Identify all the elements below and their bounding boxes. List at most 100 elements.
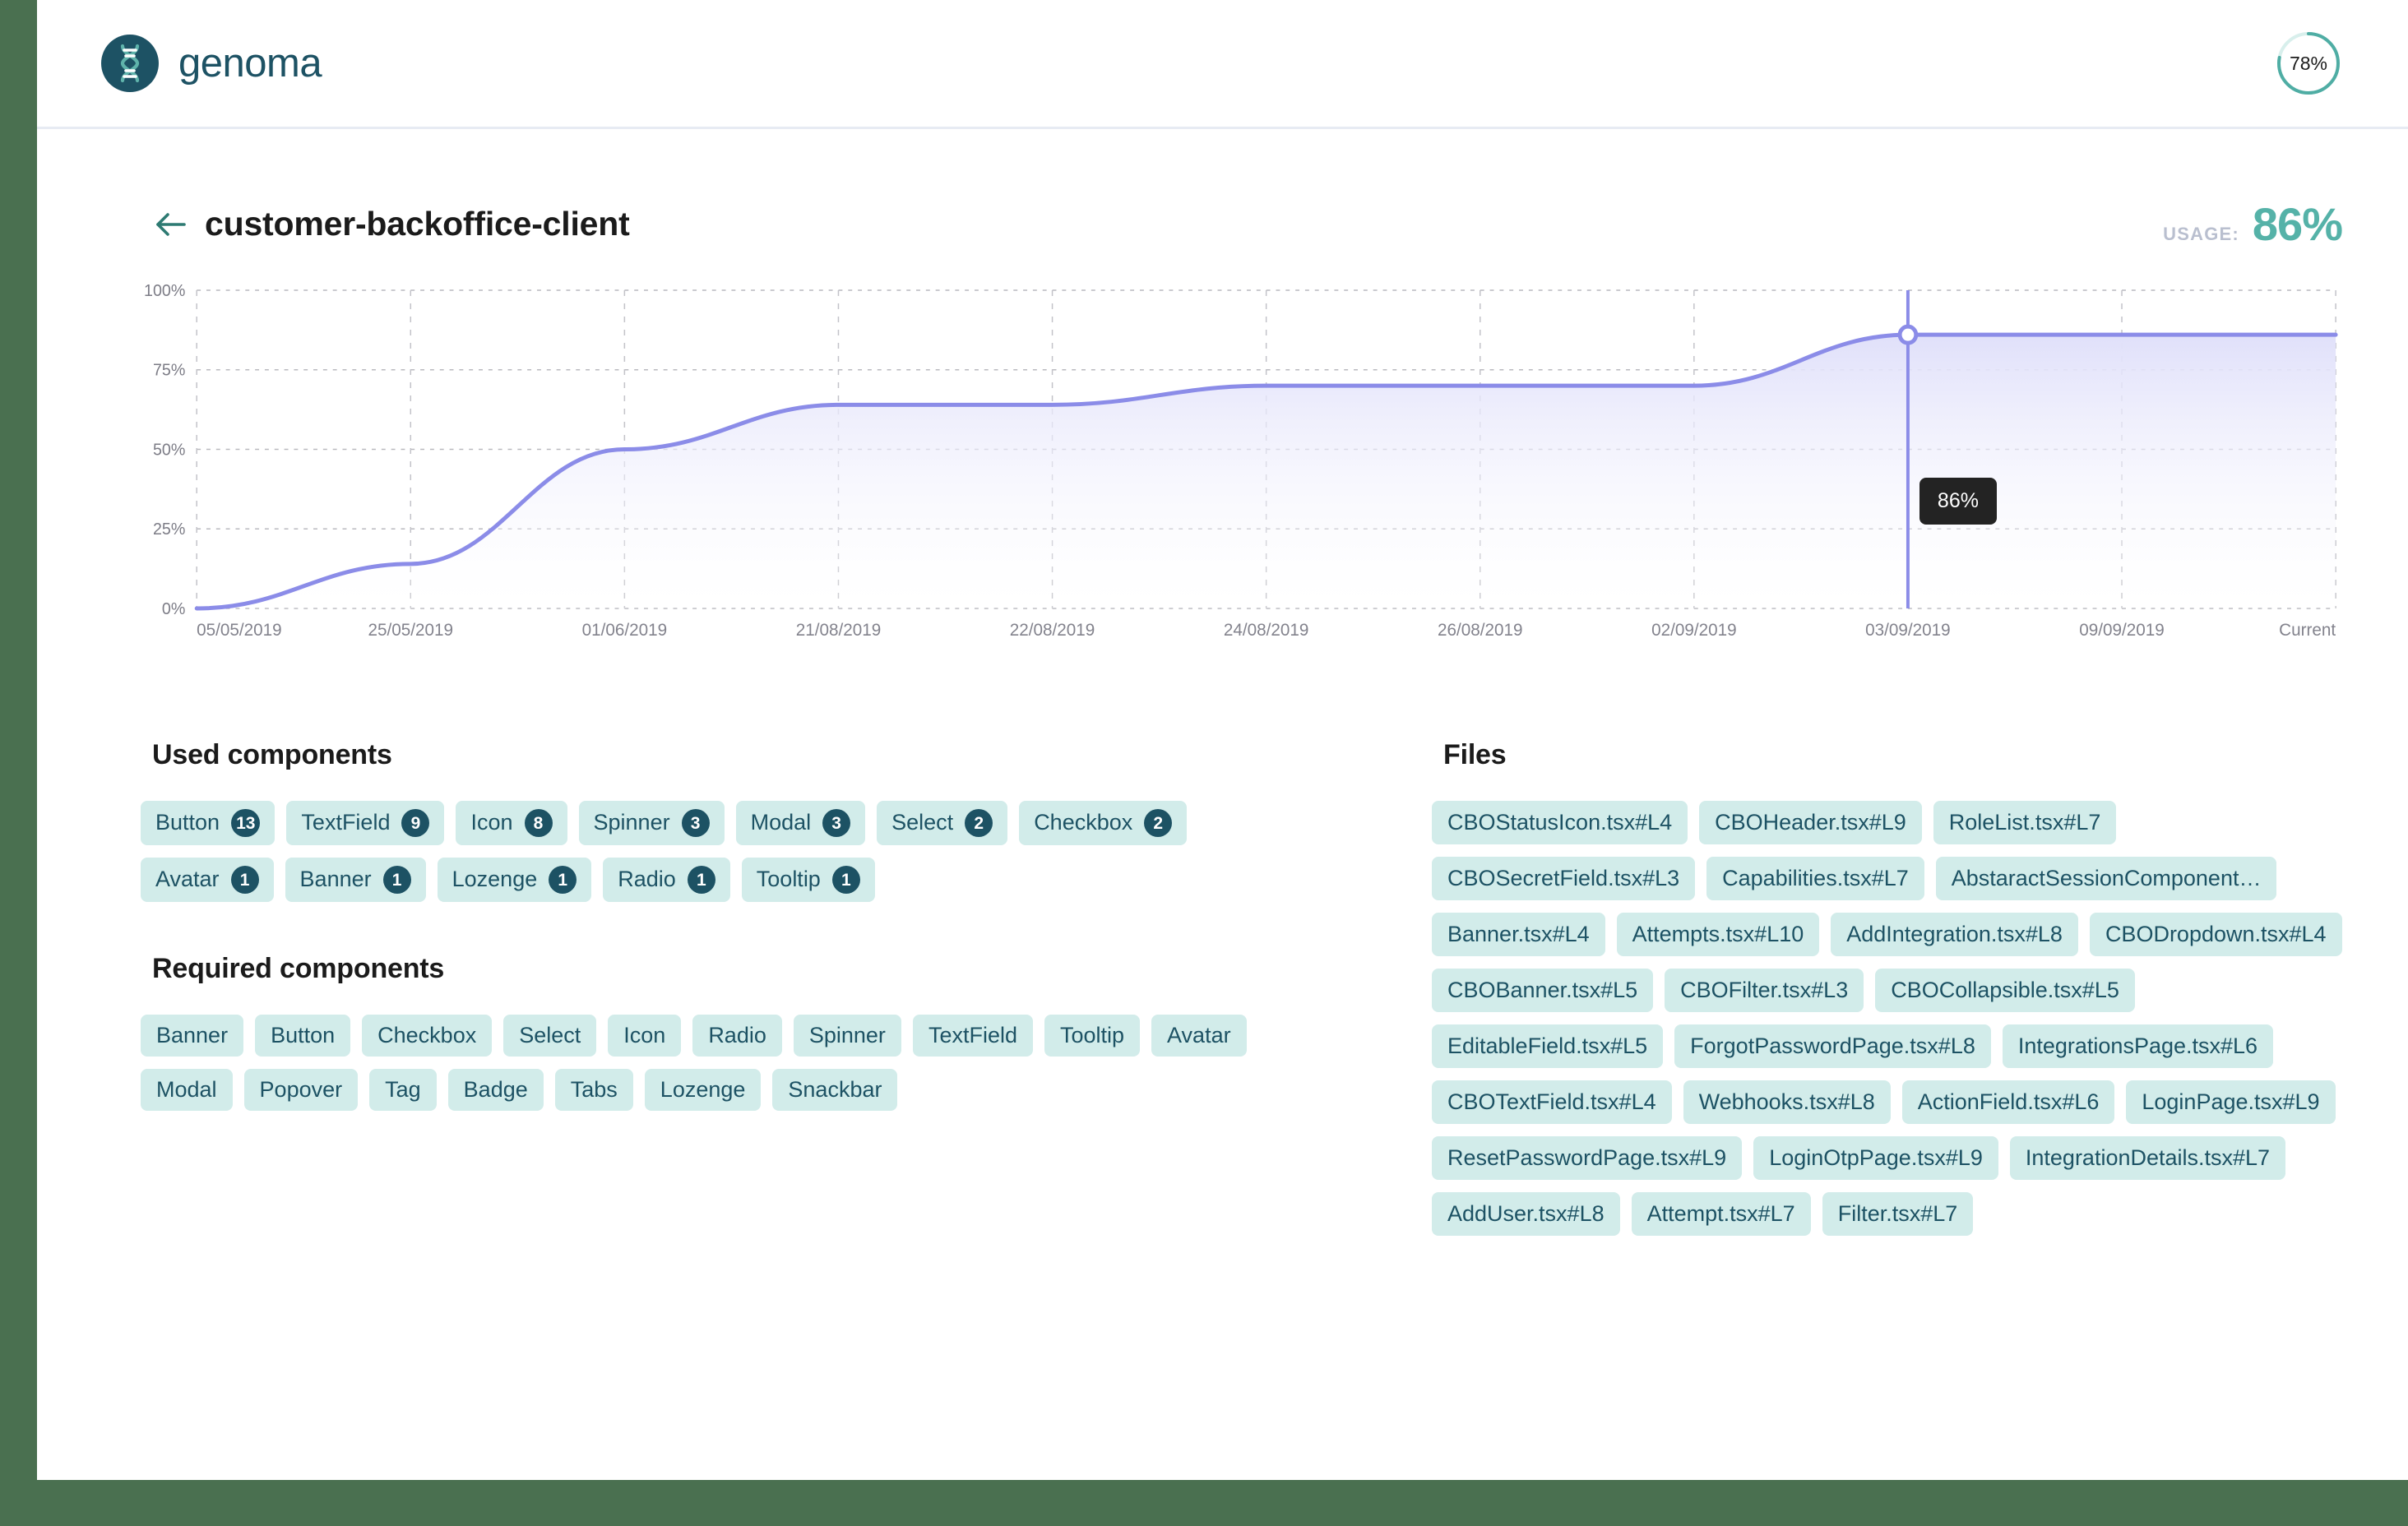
used-component-chip[interactable]: Tooltip 1 [741, 858, 875, 902]
used-component-chip[interactable]: Modal 3 [735, 801, 866, 845]
used-component-chip[interactable]: TextField 9 [286, 801, 445, 845]
required-component-chip[interactable]: Select [503, 1015, 597, 1057]
file-chip[interactable]: LoginOtpPage.tsx#L9 [1753, 1136, 1998, 1181]
required-component-chip[interactable]: Tag [369, 1069, 437, 1112]
required-component-chip[interactable]: Badge [447, 1069, 544, 1112]
x-axis-tick-label: 01/06/2019 [582, 621, 667, 640]
required-component-chip[interactable]: Snackbar [772, 1069, 898, 1112]
usage-chart[interactable]: 100% 75% 50% 25% 0% 05/05/2019 25/05/2019 01/0… [144, 282, 2342, 664]
brand-logo[interactable]: genoma [101, 35, 322, 92]
chip-count-badge: 1 [687, 866, 715, 894]
required-component-chip[interactable]: Popover [243, 1069, 359, 1112]
used-components-title: Used components [152, 739, 392, 770]
x-axis-tick-label: 09/09/2019 [2079, 621, 2164, 640]
chip-count-badge: 1 [831, 866, 860, 894]
chip-label: Icon [470, 810, 513, 835]
required-component-chip[interactable]: TextField [912, 1015, 1033, 1057]
chip-count-badge: 3 [681, 809, 710, 837]
y-axis-tick-label: 75% [153, 362, 185, 380]
file-chip[interactable]: IntegrationDetails.tsx#L7 [2009, 1136, 2286, 1181]
required-component-chip[interactable]: Checkbox [362, 1015, 493, 1057]
top-bar: genoma 78% [37, 0, 2408, 129]
x-axis-tick-label: 25/05/2019 [368, 621, 453, 640]
required-component-chip[interactable]: Avatar [1151, 1015, 1247, 1057]
files-column: Files CBOStatusIcon.tsx#L4 CBOHeader.tsx#… [1317, 739, 2342, 1237]
x-axis-tick-label: 26/08/2019 [1438, 621, 1522, 640]
required-component-chip[interactable]: Spinner [793, 1015, 901, 1057]
file-chip[interactable]: CBODropdown.tsx#L4 [2089, 913, 2342, 957]
required-component-chip[interactable]: Button [255, 1015, 351, 1057]
used-component-chip[interactable]: Select 2 [877, 801, 1008, 845]
file-chip[interactable]: CBOTextField.tsx#L4 [1432, 1080, 1672, 1125]
required-component-chip[interactable]: Tooltip [1044, 1015, 1141, 1057]
y-axis-tick-label: 50% [153, 441, 185, 459]
file-chip[interactable]: ActionField.tsx#L6 [1901, 1080, 2115, 1125]
file-chip[interactable]: Capabilities.tsx#L7 [1706, 857, 1924, 901]
file-chip[interactable]: Attempt.tsx#L7 [1631, 1192, 1811, 1237]
file-chip[interactable]: Filter.tsx#L7 [1822, 1192, 1974, 1237]
required-component-chip[interactable]: Lozenge [644, 1069, 762, 1112]
overall-usage-ring[interactable]: 78% [2275, 30, 2342, 97]
required-component-chip[interactable]: Icon [608, 1015, 682, 1057]
chip-label: Spinner [593, 810, 670, 835]
chip-label: Modal [750, 810, 812, 835]
used-component-chip[interactable]: Banner 1 [285, 858, 426, 902]
x-axis-tick-label: 02/09/2019 [1651, 621, 1736, 640]
file-chip[interactable]: CBOFilter.tsx#L3 [1665, 969, 1864, 1013]
file-chip[interactable]: RoleList.tsx#L7 [1933, 801, 2117, 845]
y-axis-tick-label: 25% [153, 520, 185, 539]
dna-helix-icon [101, 35, 159, 92]
file-chip[interactable]: Banner.tsx#L4 [1432, 913, 1605, 957]
chart-area-fill [197, 335, 2336, 608]
top-bar-right: 78% [2275, 30, 2342, 97]
used-component-chip[interactable]: Checkbox 2 [1019, 801, 1188, 845]
usage-area-chart[interactable]: 100% 75% 50% 25% 0% 05/05/2019 25/05/2019 01/0… [144, 282, 2342, 664]
chart-highlight-marker[interactable] [1897, 324, 1919, 345]
file-chip[interactable]: Webhooks.tsx#L8 [1683, 1080, 1891, 1125]
file-chip[interactable]: AbstaractSessionComponent… [1935, 857, 2277, 901]
file-chip[interactable]: IntegrationsPage.tsx#L6 [2002, 1024, 2274, 1069]
file-chip[interactable]: EditableField.tsx#L5 [1432, 1024, 1664, 1069]
components-column: Used components Button 13 TextField 9 Icon 8 S… [141, 739, 1317, 1236]
required-component-chip[interactable]: Banner [141, 1015, 244, 1057]
required-component-chip[interactable]: Tabs [554, 1069, 633, 1112]
y-axis-tick-label: 100% [144, 282, 185, 300]
chip-count-badge: 8 [524, 809, 553, 837]
y-axis-tick-label: 0% [162, 600, 185, 618]
chart-x-axis-labels: 05/05/2019 25/05/2019 01/06/2019 21/08/2019… [197, 621, 2336, 640]
used-component-chip[interactable]: Button 13 [141, 801, 276, 845]
file-chip[interactable]: CBOBanner.tsx#L5 [1432, 969, 1654, 1013]
x-axis-tick-label: 21/08/2019 [796, 621, 881, 640]
file-chip[interactable]: CBOStatusIcon.tsx#L4 [1432, 801, 1688, 845]
file-chip[interactable]: ForgotPasswordPage.tsx#L8 [1674, 1024, 1991, 1069]
used-component-chip[interactable]: Avatar 1 [141, 858, 274, 902]
page-title: customer-backoffice-client [205, 205, 630, 243]
file-chip[interactable]: AddIntegration.tsx#L8 [1831, 913, 2078, 957]
chip-label: Tooltip [756, 867, 821, 892]
file-chip[interactable]: LoginPage.tsx#L9 [2126, 1080, 2336, 1125]
chart-tooltip: 86% [1919, 478, 1997, 525]
file-chip[interactable]: Attempts.tsx#L10 [1616, 913, 1820, 957]
x-axis-tick-label: 24/08/2019 [1224, 621, 1308, 640]
required-component-chip[interactable]: Radio [692, 1015, 782, 1057]
chip-count-badge: 9 [401, 809, 430, 837]
used-component-chip[interactable]: Lozenge 1 [437, 858, 592, 902]
used-component-chip[interactable]: Icon 8 [456, 801, 567, 845]
used-component-chip[interactable]: Spinner 3 [578, 801, 725, 845]
file-chip[interactable]: ResetPasswordPage.tsx#L9 [1432, 1136, 1743, 1181]
usage-label: USAGE: [2163, 224, 2239, 244]
file-chip[interactable]: CBOSecretField.tsx#L3 [1432, 857, 1696, 901]
details-columns: Used components Button 13 TextField 9 Icon 8 S… [37, 739, 2408, 1237]
used-components-list: Button 13 TextField 9 Icon 8 Spinner 3 Modal 3 Sel… [141, 801, 1317, 902]
file-chip[interactable]: AddUser.tsx#L8 [1432, 1192, 1620, 1237]
arrow-left-icon[interactable] [152, 206, 190, 243]
usage-summary: USAGE: 86% [2163, 197, 2343, 251]
x-axis-tick-label: 05/05/2019 [197, 621, 281, 640]
used-component-chip[interactable]: Radio 1 [603, 858, 730, 902]
chip-count-badge: 2 [1144, 809, 1173, 837]
usage-value: 86% [2252, 198, 2343, 250]
chip-label: Lozenge [452, 867, 538, 892]
file-chip[interactable]: CBOCollapsible.tsx#L5 [1875, 969, 2135, 1013]
file-chip[interactable]: CBOHeader.tsx#L9 [1699, 801, 1922, 845]
required-component-chip[interactable]: Modal [141, 1069, 233, 1112]
